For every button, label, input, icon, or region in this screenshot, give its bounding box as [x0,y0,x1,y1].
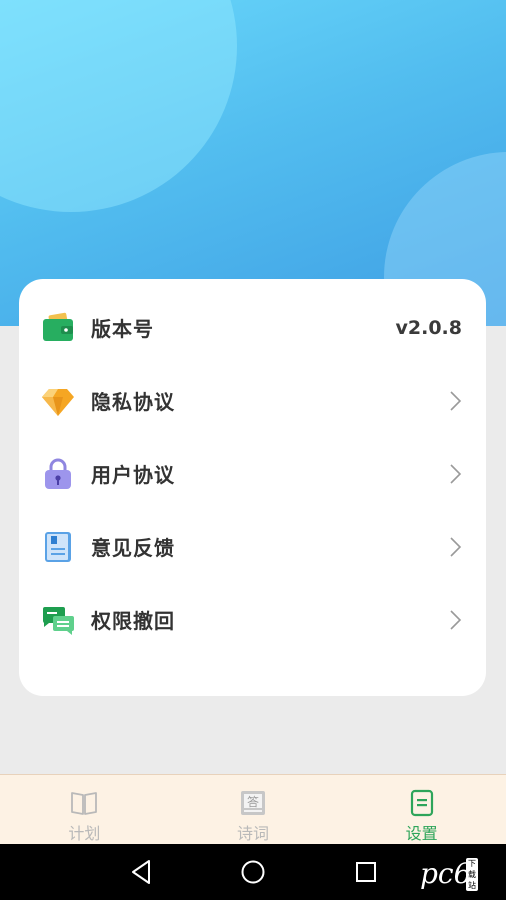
lock-icon [41,457,75,491]
book-icon [70,789,98,817]
watermark-text: pc6 [420,857,472,890]
svg-text:答: 答 [247,794,259,809]
settings-item-privacy-policy[interactable]: 隐私协议 [19,364,486,437]
settings-item-label: 隐私协议 [91,390,175,414]
chevron-right-icon [448,463,462,485]
tab-settings[interactable]: 设置 [337,775,506,844]
home-icon[interactable] [239,858,267,886]
watermark-logo: pc6 下载站 [420,857,478,891]
settings-item-label: 意见反馈 [91,536,175,560]
settings-item-label: 权限撤回 [91,609,175,633]
settings-item-permission-revoke[interactable]: 权限撤回 [19,583,486,656]
chevron-right-icon [448,609,462,631]
tab-label: 设置 [405,824,438,843]
settings-card: 版本号 v2.0.8 隐私协议 用户协议 意见反馈 权限撤回 [19,279,486,696]
decorative-bubble [0,0,237,212]
notebook-icon [41,530,75,564]
settings-item-label: 用户协议 [91,463,175,487]
chevron-right-icon [448,536,462,558]
settings-item-feedback[interactable]: 意见反馈 [19,510,486,583]
tab-poetry[interactable]: 答 诗词 [169,775,338,844]
bottom-tab-bar: 计划 答 诗词 设置 [0,774,506,844]
settings-item-label: 版本号 [91,317,154,341]
chat-bubbles-icon [41,603,75,637]
header-banner [0,0,506,326]
tab-label: 计划 [68,824,101,843]
diamond-icon [41,384,75,418]
chevron-right-icon [448,390,462,412]
back-icon[interactable] [127,858,155,886]
recent-apps-icon[interactable] [352,858,380,886]
tab-label: 诗词 [237,824,270,843]
settings-item-user-agreement[interactable]: 用户协议 [19,437,486,510]
watermark-badge: 下载站 [466,858,478,891]
document-icon [408,789,436,817]
wallet-icon [41,311,75,345]
version-value: v2.0.8 [395,316,462,339]
tab-plan[interactable]: 计划 [0,775,169,844]
answer-card-icon: 答 [239,789,267,817]
settings-item-version: 版本号 v2.0.8 [19,291,486,364]
